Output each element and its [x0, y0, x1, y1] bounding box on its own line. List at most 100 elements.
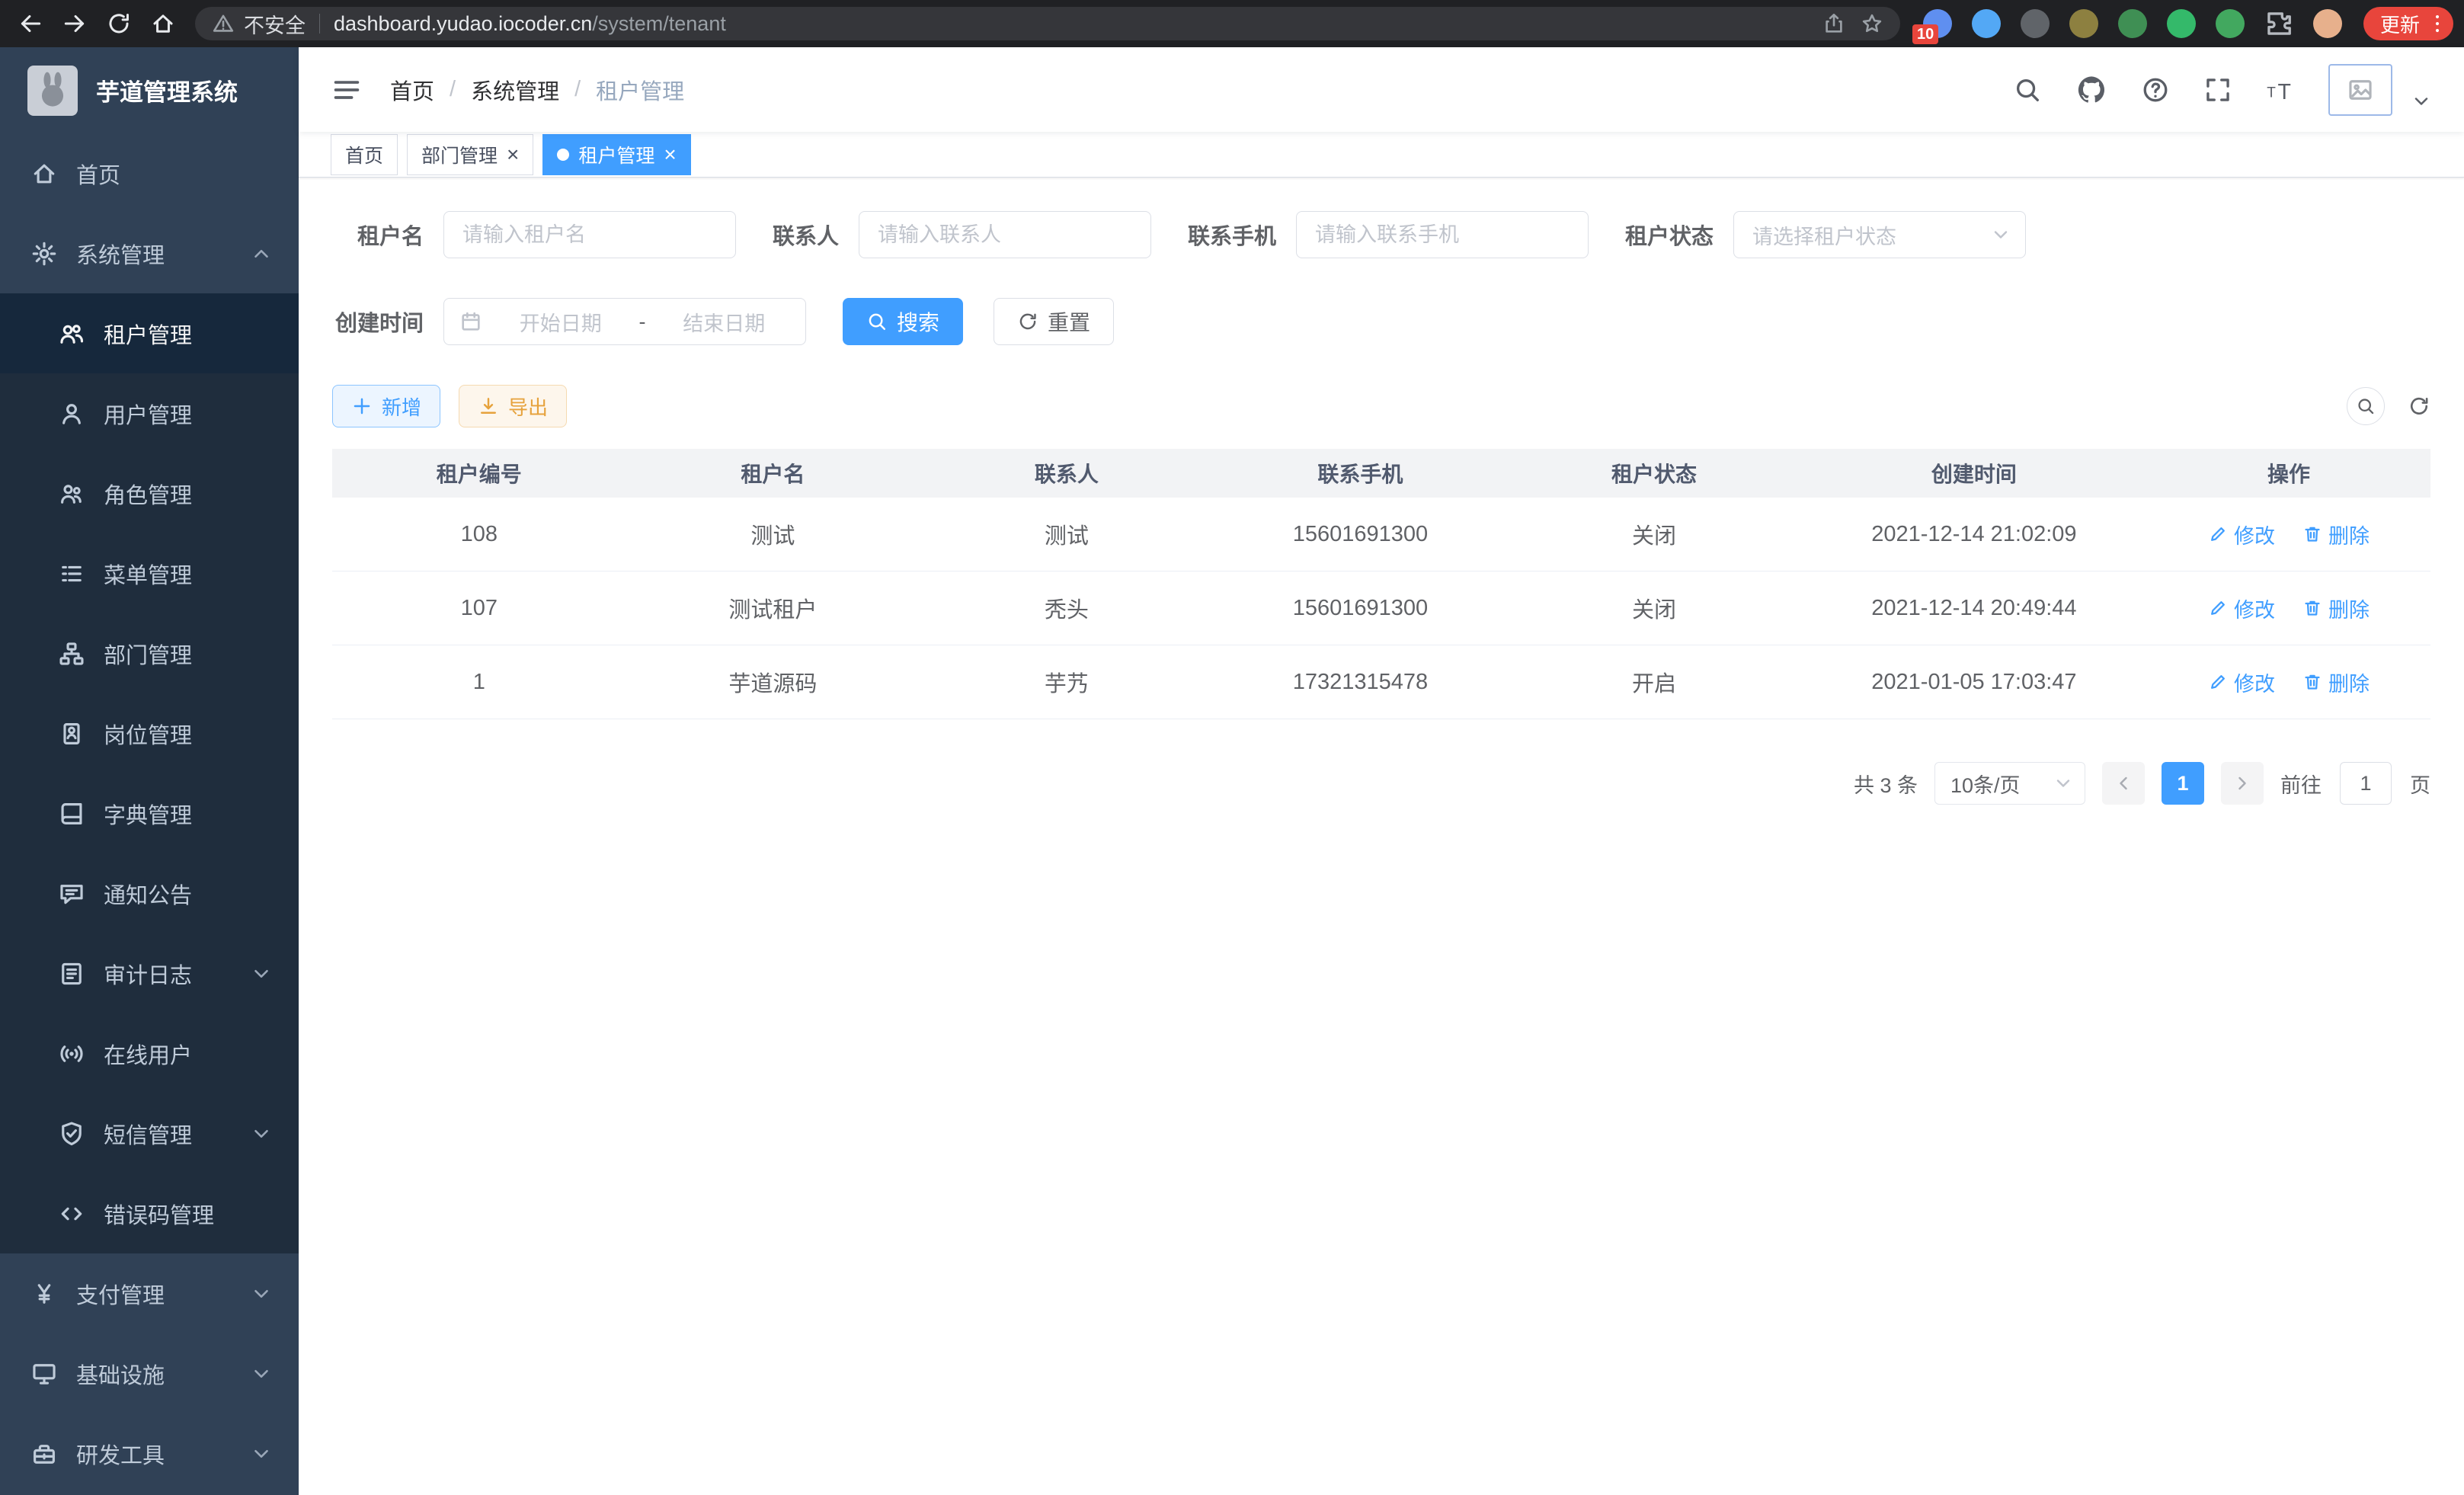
sidebar-item-label: 短信管理 [104, 1118, 192, 1150]
sidebar-item[interactable]: 在线用户 [0, 1013, 299, 1093]
sidebar-item[interactable]: 审计日志 [0, 933, 299, 1013]
sidebar-item-label: 租户管理 [104, 318, 192, 350]
page-size-select[interactable]: 10条/页 [1934, 762, 2085, 805]
forward-button[interactable] [55, 4, 94, 43]
sidebar-item[interactable]: 支付管理 [0, 1253, 299, 1333]
sidebar-item[interactable]: 研发工具 [0, 1413, 299, 1493]
tenant-status-select[interactable]: 请选择租户状态 [1733, 211, 2026, 258]
date-range-picker[interactable]: 开始日期 - 结束日期 [443, 298, 806, 345]
sidebar-item[interactable]: 部门管理 [0, 613, 299, 693]
sidebar-item[interactable]: 系统管理 [0, 213, 299, 293]
delete-button[interactable]: 删除 [2302, 667, 2370, 697]
filter-row-2: 创建时间 开始日期 - 结束日期 搜索 重置 [332, 298, 2430, 345]
column-header: 租户状态 [1507, 449, 1801, 498]
refresh-table-button[interactable] [2408, 395, 2430, 418]
search-button[interactable]: 搜索 [843, 298, 963, 345]
kebab-menu-icon[interactable] [2426, 12, 2449, 35]
add-button-label: 新增 [382, 392, 421, 421]
sidebar-item[interactable]: 岗位管理 [0, 693, 299, 773]
address-bar[interactable]: 不安全 dashboard.yudao.iocoder.cn/system/te… [195, 7, 1900, 40]
prev-page-button[interactable] [2102, 762, 2145, 805]
security-label[interactable]: 不安全 [244, 9, 306, 39]
sidebar-item[interactable]: 字典管理 [0, 773, 299, 853]
chevron-down-icon [250, 962, 273, 985]
tab[interactable]: 首页 [331, 134, 398, 175]
tab[interactable]: 部门管理× [407, 134, 533, 175]
date-start-placeholder: 开始日期 [494, 307, 627, 337]
table-cell: 2021-12-14 20:49:44 [1801, 571, 2147, 645]
sidebar-item[interactable]: 通知公告 [0, 853, 299, 933]
extension-icon-7[interactable] [2216, 9, 2245, 38]
extension-icon-6[interactable] [2167, 9, 2196, 38]
fullscreen-icon[interactable] [2203, 75, 2232, 104]
table-cell-actions: 修改删除 [2147, 571, 2430, 645]
column-header: 租户编号 [332, 449, 626, 498]
sidebar-item[interactable]: 基础设施 [0, 1333, 299, 1413]
pagination: 共 3 条 10条/页 1 前往 页 [332, 762, 2430, 805]
edit-button[interactable]: 修改 [2208, 594, 2275, 623]
browser-home-button[interactable] [143, 4, 183, 43]
goto-page-input[interactable] [2340, 762, 2392, 805]
tenant-icon [58, 320, 85, 347]
font-size-icon[interactable]: TT [2266, 75, 2295, 104]
delete-button[interactable]: 删除 [2302, 520, 2370, 549]
filter-status: 租户状态 请选择租户状态 [1625, 211, 2026, 258]
tenant-name-input[interactable] [443, 211, 736, 258]
chevron-down-icon [250, 1362, 273, 1385]
sidebar-item[interactable]: 首页 [0, 133, 299, 213]
table-cell: 测试 [920, 498, 1214, 571]
extension-icon-3[interactable] [2021, 9, 2050, 38]
avatar-caret-icon[interactable] [2411, 91, 2432, 112]
help-icon[interactable] [2141, 75, 2170, 104]
back-button[interactable] [11, 4, 50, 43]
extension-icon-2[interactable] [1972, 9, 2001, 38]
table-utilities [2347, 387, 2430, 425]
page-number-button[interactable]: 1 [2162, 762, 2204, 805]
tab[interactable]: 租户管理× [542, 134, 690, 175]
sidebar-item-label: 部门管理 [104, 638, 192, 670]
next-page-button[interactable] [2221, 762, 2264, 805]
phone-input[interactable] [1296, 211, 1589, 258]
sidebar-item[interactable]: 角色管理 [0, 453, 299, 533]
sidebar-item[interactable]: 短信管理 [0, 1093, 299, 1173]
sidebar-item[interactable]: 租户管理 [0, 293, 299, 373]
breadcrumb-item[interactable]: 系统管理 [471, 74, 559, 106]
edit-button[interactable]: 修改 [2208, 667, 2275, 697]
sidebar-item[interactable]: 菜单管理 [0, 533, 299, 613]
url-text[interactable]: dashboard.yudao.iocoder.cn/system/tenant [334, 12, 1809, 36]
add-button[interactable]: 新增 [332, 385, 440, 427]
reset-button[interactable]: 重置 [994, 298, 1114, 345]
table-cell: 关闭 [1507, 571, 1801, 645]
bookmark-star-icon[interactable] [1861, 12, 1883, 35]
hamburger-icon[interactable] [331, 74, 363, 106]
profile-avatar[interactable] [2313, 9, 2342, 38]
edit-button[interactable]: 修改 [2208, 520, 2275, 549]
chevron-down-icon [250, 1442, 273, 1465]
role-icon [58, 480, 85, 507]
sidebar-item-label: 字典管理 [104, 798, 192, 830]
export-button[interactable]: 导出 [459, 385, 567, 427]
toggle-search-button[interactable] [2347, 387, 2385, 425]
app-logo[interactable]: 芋道管理系统 [0, 47, 299, 133]
search-icon[interactable] [2013, 75, 2042, 104]
tab-close-icon[interactable]: × [507, 144, 519, 165]
user-avatar[interactable] [2328, 64, 2392, 116]
sidebar-item[interactable]: 用户管理 [0, 373, 299, 453]
share-icon[interactable] [1822, 12, 1845, 35]
reload-button[interactable] [99, 4, 139, 43]
extension-icon-5[interactable] [2118, 9, 2147, 38]
extension-icon-1[interactable]: 10 [1923, 9, 1952, 38]
contact-input[interactable] [859, 211, 1151, 258]
post-icon [58, 720, 85, 748]
breadcrumb-item[interactable]: 首页 [390, 74, 434, 106]
table-header-row: 租户编号租户名联系人联系手机租户状态创建时间操作 [332, 449, 2430, 498]
github-icon[interactable] [2075, 74, 2107, 106]
sidebar-item[interactable]: 错误码管理 [0, 1173, 299, 1253]
puzzle-icon[interactable] [2264, 9, 2293, 38]
delete-button[interactable]: 删除 [2302, 594, 2370, 623]
tab-close-icon[interactable]: × [664, 144, 676, 165]
extension-icon-4[interactable] [2069, 9, 2098, 38]
update-button[interactable]: 更新 [2363, 7, 2453, 40]
filter-tenant-name: 租户名 [332, 211, 736, 258]
date-end-placeholder: 结束日期 [658, 307, 791, 337]
